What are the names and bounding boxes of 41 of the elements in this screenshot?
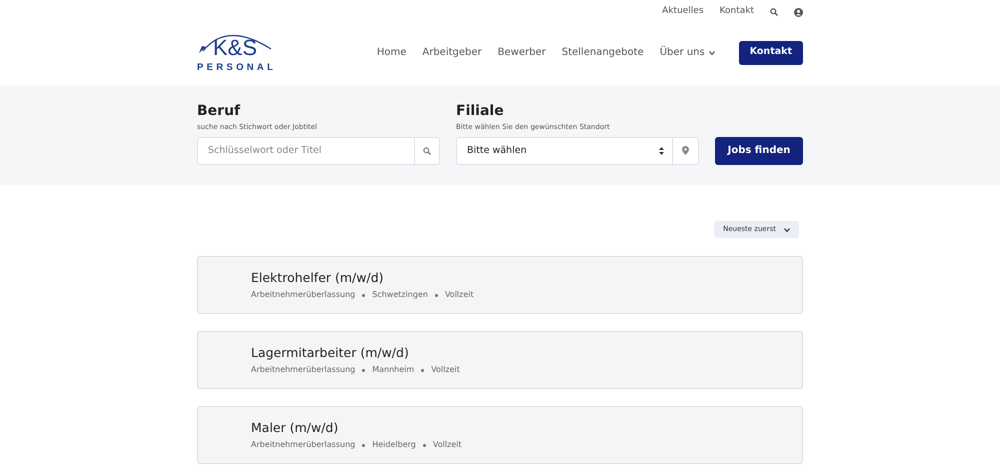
keyword-field[interactable]: Schlüsselwort oder Titel (197, 136, 414, 165)
contact-button[interactable]: Kontakt (738, 40, 803, 64)
bullet-icon (362, 368, 366, 372)
logo[interactable]: K&S PERSONAL (197, 32, 277, 72)
job-title[interactable]: Maler (m/w/d) (251, 420, 802, 435)
job-card[interactable]: Lagermitarbeiter (m/w/d) Arbeitnehmerüberlassung Mannheim Vollzeit (197, 331, 803, 389)
search-button[interactable]: Jobs finden (715, 136, 803, 165)
nav-link[interactable]: Stellenangebote (562, 45, 644, 60)
user-icon[interactable] (794, 8, 803, 16)
bullet-icon (434, 294, 438, 296)
job-meta: Vollzeit (431, 364, 460, 376)
bullet-icon (422, 444, 426, 446)
nav-link[interactable]: Über uns (660, 45, 715, 60)
job-title[interactable]: Lagermitarbeiter (m/w/d) (251, 345, 802, 360)
job-meta: Mannheim (372, 364, 414, 376)
logo-text: PERSONAL (197, 62, 276, 72)
search-icon[interactable] (770, 8, 778, 16)
top-link[interactable]: Aktuelles (662, 5, 704, 19)
job-meta: Arbeitnehmerüberlassung (251, 364, 356, 376)
job-card[interactable]: Elektrohelfer (m/w/d) Arbeitnehmerüberlassung Schwetzingen Vollzeit (197, 256, 803, 314)
caret-icon (784, 228, 790, 232)
search-icon (423, 146, 431, 155)
bullet-icon (421, 368, 424, 372)
job-meta: Schwetzingen (372, 289, 428, 301)
logo-text: K&S (213, 36, 258, 59)
job-meta: Vollzeit (432, 439, 462, 451)
bullet-icon (362, 444, 366, 446)
search-button[interactable] (414, 136, 440, 165)
job-meta: Vollzeit (444, 289, 474, 301)
nav-link[interactable]: Arbeitgeber (422, 45, 482, 60)
bullet-icon (362, 294, 366, 296)
top-link[interactable]: Kontakt (720, 5, 754, 19)
job-card[interactable]: Maler (m/w/d) Arbeitnehmerüberlassung Heidelberg Vollzeit (197, 406, 803, 464)
job-meta: Arbeitnehmerüberlassung (251, 289, 356, 301)
job-meta: Heidelberg (372, 439, 416, 451)
nav-link[interactable]: Bewerber (498, 45, 546, 60)
nav-link[interactable]: Home (376, 45, 406, 60)
field-heading: Beruf (197, 104, 242, 120)
field-heading: Filiale (456, 104, 505, 120)
job-title[interactable]: Elektrohelfer (m/w/d) (251, 270, 802, 285)
job-meta: Arbeitnehmerüberlassung (251, 439, 356, 451)
